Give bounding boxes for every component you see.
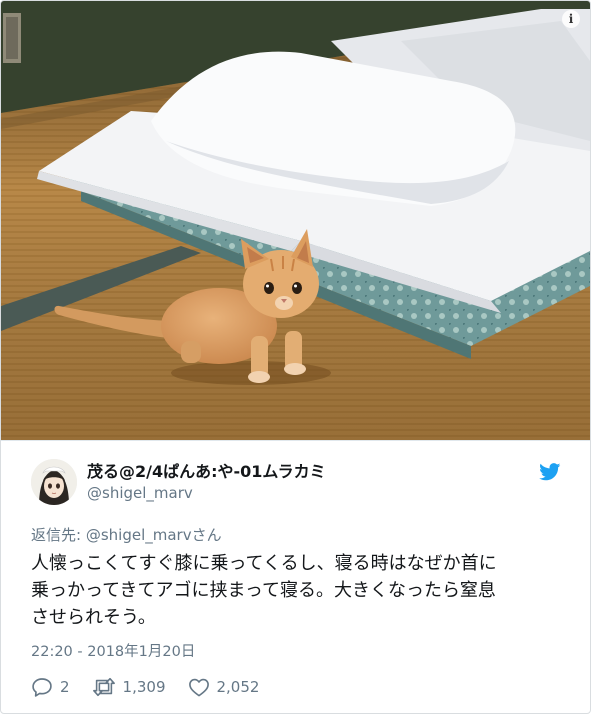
reply-button[interactable]: 2 [31, 677, 70, 697]
kitten-on-tatami-photo [1, 1, 590, 440]
like-button[interactable]: 2,052 [188, 677, 260, 697]
tweet-timestamp[interactable]: 22:20 - 2018年1月20日 [31, 642, 195, 662]
reply-mention-link[interactable]: @shigel_marv [86, 526, 192, 544]
tweet-text: 人懐っこくてすぐ膝に乗ってくるし、寝る時はなぜか首に 乗っかってきてアゴに挟まっ… [31, 550, 571, 631]
tweet-photo[interactable]: i [1, 1, 590, 440]
reply-icon [32, 678, 52, 697]
tweet-text-line: 人懐っこくてすぐ膝に乗ってくるし、寝る時はなぜか首に [31, 553, 497, 574]
tweet-actions: 2 1,309 2,052 [31, 675, 281, 699]
user-handle[interactable]: @shigel_marv [87, 483, 326, 503]
reply-suffix: さん [191, 526, 222, 544]
tweet-card: i 茂る@2/4ぱんあ:や-01ムラカミ @shigel_marv 返信先: @… [0, 0, 591, 714]
heart-icon [188, 678, 209, 697]
retweet-button[interactable]: 1,309 [92, 677, 166, 697]
info-button[interactable]: i [562, 10, 580, 28]
tweet-author: 茂る@2/4ぱんあ:や-01ムラカミ @shigel_marv [31, 459, 561, 509]
retweet-icon [92, 677, 115, 697]
divider [1, 440, 590, 441]
author-names: 茂る@2/4ぱんあ:や-01ムラカミ @shigel_marv [87, 461, 326, 503]
reply-context: 返信先: @shigel_marvさん [31, 525, 222, 545]
retweet-count: 1,309 [122, 678, 166, 696]
anime-girl-avatar-icon [31, 459, 77, 505]
info-icon: i [568, 12, 574, 26]
avatar[interactable] [31, 459, 77, 505]
display-name[interactable]: 茂る@2/4ぱんあ:や-01ムラカミ [87, 461, 326, 483]
reply-prefix: 返信先: [31, 526, 86, 544]
reply-count: 2 [60, 678, 70, 696]
twitter-bird-icon[interactable] [539, 463, 561, 481]
tweet-text-line: 乗っかってきてアゴに挟まって寝る。大きくなったら窒息 [31, 580, 496, 601]
tweet-text-line: させられそう。 [31, 607, 156, 628]
like-count: 2,052 [216, 678, 260, 696]
